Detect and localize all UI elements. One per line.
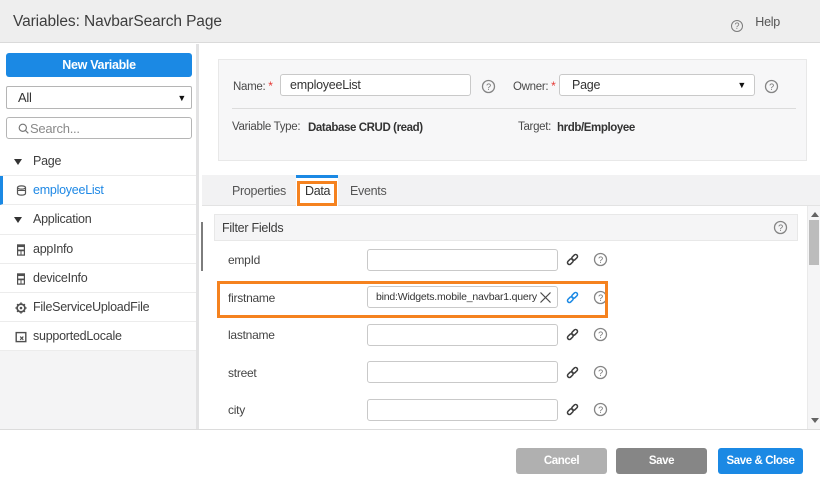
svg-text:?: ? [778,223,783,233]
svg-text:?: ? [598,330,603,340]
svg-text:?: ? [598,405,603,415]
svg-text:?: ? [486,82,491,92]
svg-text:?: ? [598,255,603,265]
svg-text:?: ? [598,367,603,377]
svg-text:?: ? [769,82,774,92]
